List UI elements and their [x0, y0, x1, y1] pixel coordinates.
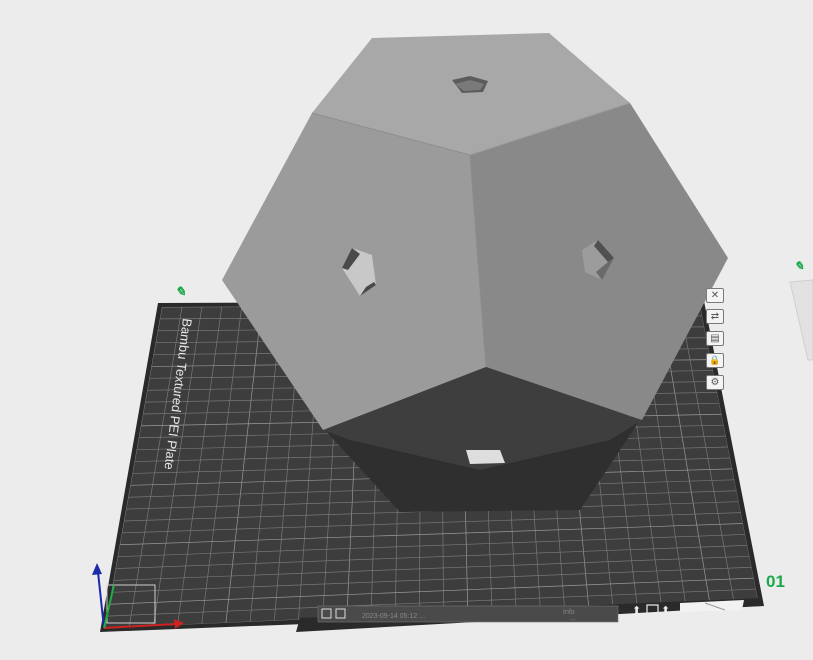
plate-number: 01 [766, 572, 785, 591]
lock-icon[interactable]: 🔒 [706, 353, 724, 368]
neighbor-plate[interactable] [789, 279, 813, 361]
plate-info-text: 2023-09-14 05:12 ... [362, 613, 425, 620]
model-hex-hole-bottom [466, 450, 505, 464]
layout-icon[interactable]: ▤ [706, 331, 724, 346]
settings-icon[interactable]: ⚙ [706, 375, 724, 390]
arrange-icon[interactable]: ✕ [706, 288, 724, 303]
plate-edit-icon[interactable]: ✎ [175, 284, 186, 299]
plate-delete-icon[interactable]: ⬆ [661, 605, 670, 617]
scene-canvas[interactable]: ✎ Bambu Textured PEI Plate ✎ 01 2023-09-… [0, 0, 813, 660]
neighbor-plate-edit-icon[interactable]: ✎ [794, 259, 804, 273]
plate-info-subtext-2: ... [570, 615, 576, 622]
plate-pick-icon[interactable]: ⬆ [632, 605, 641, 617]
3d-viewport[interactable]: ✎ Bambu Textured PEI Plate ✎ 01 2023-09-… [0, 0, 813, 660]
orient-icon[interactable]: ⇄ [706, 309, 724, 324]
